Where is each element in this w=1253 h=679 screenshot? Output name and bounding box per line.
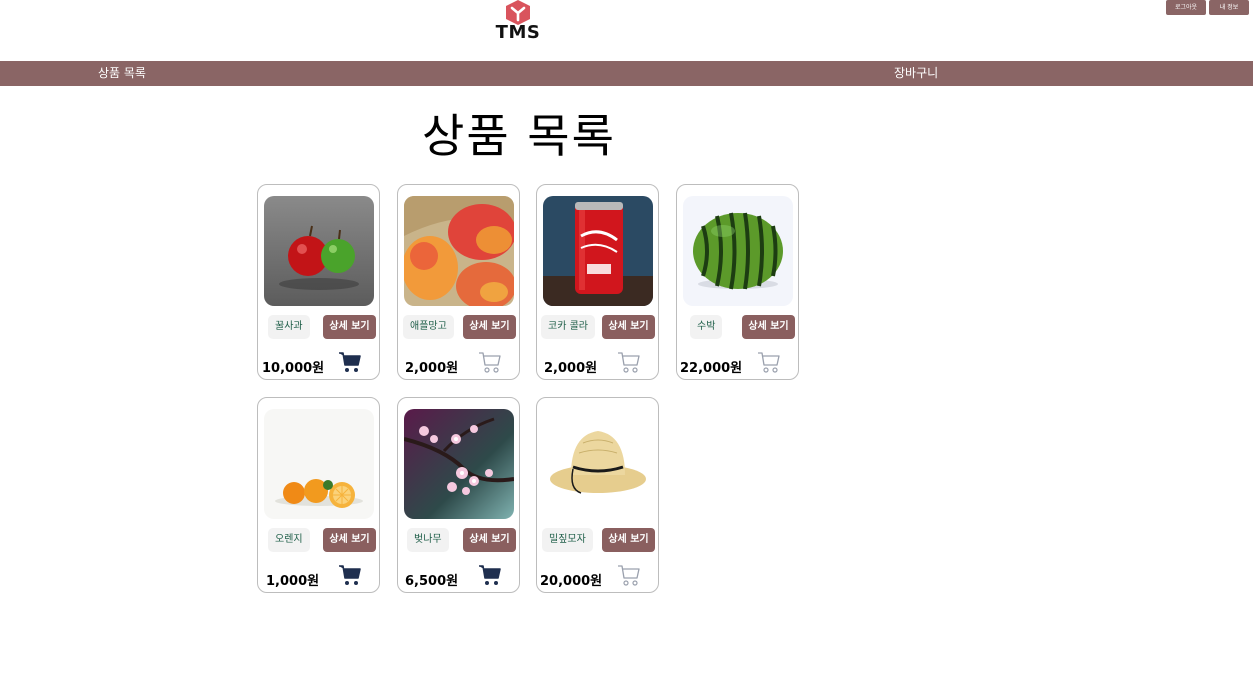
product-image-orange[interactable] [264,409,374,519]
product-name: 수박 [690,315,723,339]
product-name: 코카 콜라 [541,315,595,339]
product-image-watermelon[interactable] [683,196,793,306]
product-card: 애플망고 상세 보기 2,000원 [397,184,520,380]
detail-button[interactable]: 상세 보기 [463,315,516,339]
top-header: TMS 로그아웃 내 정보 [0,0,1253,61]
logo-text: TMS [495,22,541,43]
nav-cart-link[interactable]: 장바구니 [894,61,938,86]
product-card: 꿀사과 상세 보기 10,000원 [257,184,380,380]
product-price: 1,000원 [266,574,320,589]
cart-outline-icon[interactable] [617,563,641,587]
cart-outline-icon[interactable] [478,350,502,374]
detail-button[interactable]: 상세 보기 [323,528,376,552]
detail-button[interactable]: 상세 보기 [602,315,655,339]
product-image-straw-hat[interactable] [543,409,653,519]
page-title: 상품 목록 [422,109,616,163]
product-card: 코카 콜라 상세 보기 2,000원 [536,184,659,380]
cart-outline-icon[interactable] [617,350,641,374]
cart-icon[interactable] [478,563,502,587]
product-image-cherry-blossom[interactable] [404,409,514,519]
product-name: 밀짚모자 [542,528,593,552]
cart-icon[interactable] [338,350,362,374]
main-nav: 상품 목록 장바구니 [0,61,1253,86]
detail-button[interactable]: 상세 보기 [742,315,795,339]
product-price: 10,000원 [262,361,325,376]
product-card: 오렌지 상세 보기 1,000원 [257,397,380,593]
product-card: 벚나무 상세 보기 6,500원 [397,397,520,593]
product-price: 6,500원 [405,574,459,589]
logout-button[interactable]: 로그아웃 [1166,0,1206,15]
product-card: 밀짚모자 상세 보기 20,000원 [536,397,659,593]
product-price: 2,000원 [405,361,459,376]
product-name: 꿀사과 [268,315,310,339]
product-image-apple[interactable] [264,196,374,306]
detail-button[interactable]: 상세 보기 [602,528,655,552]
product-price: 2,000원 [544,361,598,376]
product-card: 수박 상세 보기 22,000원 [676,184,799,380]
product-price: 22,000원 [680,361,743,376]
my-info-button[interactable]: 내 정보 [1209,0,1249,15]
product-image-mango[interactable] [404,196,514,306]
cart-icon[interactable] [338,563,362,587]
account-actions: 로그아웃 내 정보 [1166,0,1249,15]
detail-button[interactable]: 상세 보기 [323,315,376,339]
product-price: 20,000원 [540,574,603,589]
product-name: 벚나무 [407,528,449,552]
product-image-cola[interactable] [543,196,653,306]
detail-button[interactable]: 상세 보기 [463,528,516,552]
product-name: 애플망고 [403,315,454,339]
cart-outline-icon[interactable] [757,350,781,374]
nav-products-link[interactable]: 상품 목록 [98,61,146,86]
product-name: 오렌지 [268,528,310,552]
tms-logo[interactable]: TMS [490,0,546,44]
